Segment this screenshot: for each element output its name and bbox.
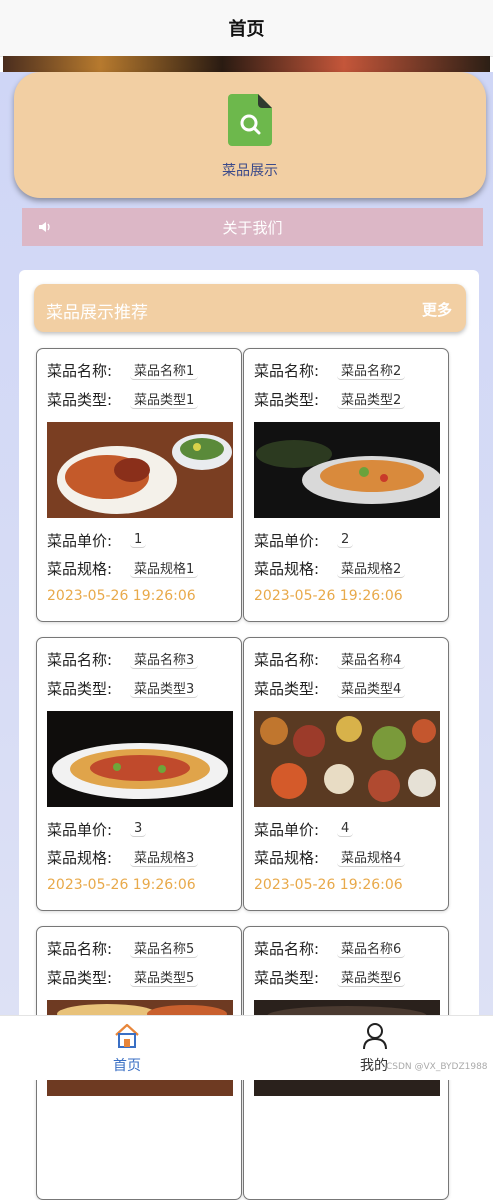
dish-image — [254, 422, 440, 518]
about-us-label: 关于我们 — [222, 218, 283, 237]
spec-label: 菜品规格: — [254, 559, 320, 578]
type-label: 菜品类型: — [254, 679, 320, 698]
user-icon[interactable] — [362, 1022, 388, 1050]
dish-image — [47, 422, 233, 518]
spec-label: 菜品规格: — [254, 848, 320, 867]
recommend-header: 菜品展示推荐 更多 — [34, 284, 466, 332]
speaker-icon — [39, 222, 50, 232]
tab-home[interactable]: 首页 — [100, 1055, 154, 1075]
dish-card[interactable]: 菜品名称: 菜品名称4 菜品类型: 菜品类型4 菜品单价: 4 菜品规格: 菜品规格4 … — [243, 637, 449, 911]
recommend-title: 菜品展示推荐 — [46, 303, 148, 323]
about-us-bar[interactable]: 关于我们 — [22, 208, 483, 246]
name-label: 菜品名称: — [47, 650, 113, 669]
home-icon[interactable] — [114, 1023, 140, 1049]
dish-price: 4 — [337, 821, 354, 837]
price-label: 菜品单价: — [254, 820, 320, 839]
dish-type: 菜品类型1 — [130, 389, 199, 409]
menu-item-dishes[interactable]: 菜品展示 — [200, 160, 300, 180]
price-label: 菜品单价: — [47, 531, 113, 550]
dish-name: 菜品名称1 — [130, 360, 199, 380]
type-label: 菜品类型: — [47, 968, 113, 987]
dish-card[interactable]: 菜品名称: 菜品名称1 菜品类型: 菜品类型1 菜品单价: 1 菜品规格: 菜品规格1 … — [36, 348, 242, 622]
dish-spec: 菜品规格3 — [130, 847, 199, 867]
watermark: CSDN @VX_BYDZ1988 — [386, 1062, 488, 1072]
dish-type: 菜品类型2 — [337, 389, 406, 409]
dish-name: 菜品名称2 — [337, 360, 406, 380]
dish-type: 菜品类型3 — [130, 678, 199, 698]
name-label: 菜品名称: — [254, 361, 320, 380]
dish-time: 2023-05-26 19:26:06 — [254, 588, 403, 604]
type-label: 菜品类型: — [254, 390, 320, 409]
dish-price: 3 — [130, 821, 147, 837]
dish-name: 菜品名称3 — [130, 649, 199, 669]
dish-card[interactable]: 菜品名称: 菜品名称2 菜品类型: 菜品类型2 菜品单价: 2 菜品规格: 菜品规格2 … — [243, 348, 449, 622]
dish-time: 2023-05-26 19:26:06 — [47, 588, 196, 604]
dish-name: 菜品名称5 — [130, 938, 199, 958]
spec-label: 菜品规格: — [47, 559, 113, 578]
page-title: 首页 — [0, 0, 493, 57]
dish-time: 2023-05-26 19:26:06 — [47, 877, 196, 893]
name-label: 菜品名称: — [47, 939, 113, 958]
dish-type: 菜品类型5 — [130, 967, 199, 987]
dish-type: 菜品类型6 — [337, 967, 406, 987]
name-label: 菜品名称: — [254, 939, 320, 958]
more-link[interactable]: 更多 — [422, 299, 452, 320]
dish-name: 菜品名称6 — [337, 938, 406, 958]
banner-image — [3, 56, 490, 72]
dish-spec: 菜品规格1 — [130, 558, 199, 578]
dish-type: 菜品类型4 — [337, 678, 406, 698]
search-document-icon[interactable] — [228, 94, 272, 146]
dish-image — [47, 711, 233, 807]
dish-spec: 菜品规格2 — [337, 558, 406, 578]
name-label: 菜品名称: — [47, 361, 113, 380]
dish-name: 菜品名称4 — [337, 649, 406, 669]
price-label: 菜品单价: — [47, 820, 113, 839]
type-label: 菜品类型: — [47, 390, 113, 409]
dish-spec: 菜品规格4 — [337, 847, 406, 867]
dish-card[interactable]: 菜品名称: 菜品名称3 菜品类型: 菜品类型3 菜品单价: 3 菜品规格: 菜品规格3 … — [36, 637, 242, 911]
dish-price: 1 — [130, 532, 147, 548]
type-label: 菜品类型: — [47, 679, 113, 698]
spec-label: 菜品规格: — [47, 848, 113, 867]
dish-price: 2 — [337, 532, 354, 548]
type-label: 菜品类型: — [254, 968, 320, 987]
name-label: 菜品名称: — [254, 650, 320, 669]
dish-image — [254, 711, 440, 807]
price-label: 菜品单价: — [254, 531, 320, 550]
dish-time: 2023-05-26 19:26:06 — [254, 877, 403, 893]
